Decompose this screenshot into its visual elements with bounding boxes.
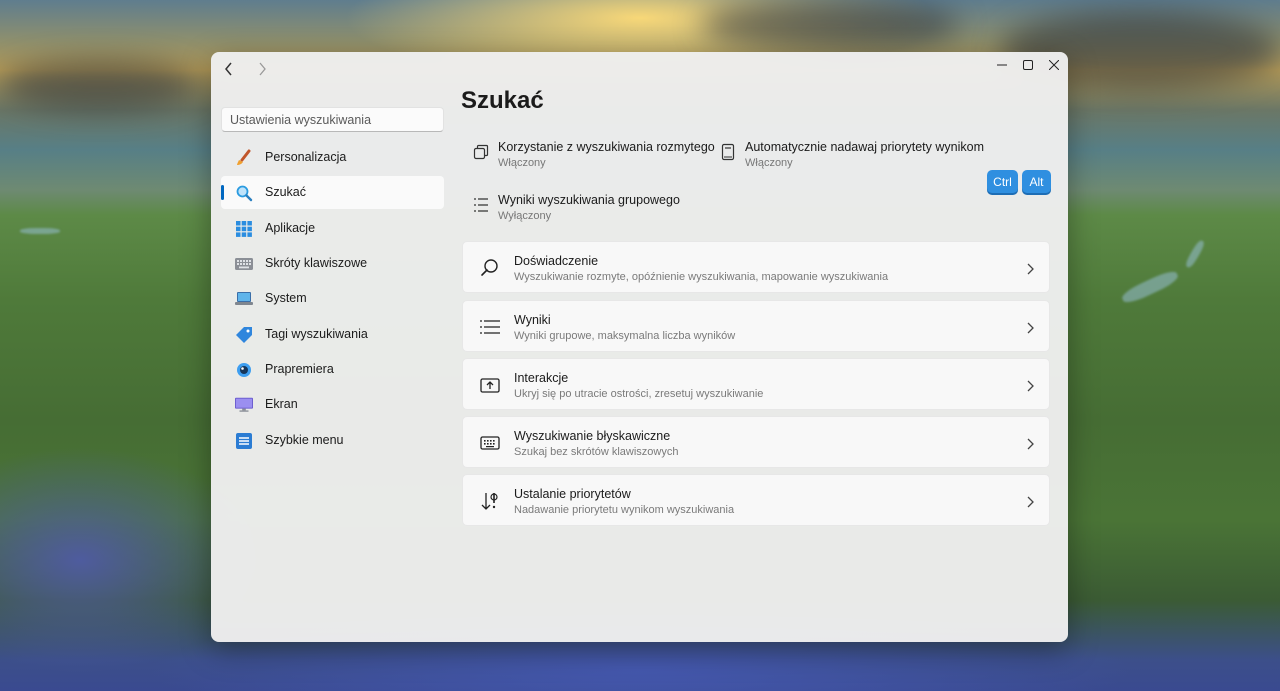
card-title: Doświadczenie [514, 254, 599, 268]
key-badge-ctrl: Ctrl [987, 170, 1018, 193]
sidebar-item-ekran[interactable]: Ekran [221, 388, 444, 421]
card-wyszukiwanie-blyskawiczne[interactable]: Wyszukiwanie błyskawiczne Szukaj bez skr… [462, 416, 1050, 468]
keyboard-icon [480, 433, 500, 453]
sidebar-item-prapremiera[interactable]: Prapremiera [221, 353, 444, 386]
chevron-right-icon [1025, 379, 1035, 392]
chevron-right-icon [1025, 437, 1035, 450]
sidebar-item-label: Tagi wyszukiwania [265, 327, 368, 341]
page-title: Szukać [461, 87, 544, 114]
list-lines-icon [480, 317, 500, 337]
eye-icon [235, 361, 253, 379]
sidebar-item-tagi-wyszukiwania[interactable]: Tagi wyszukiwania [221, 318, 444, 351]
sidebar-item-personalizacja[interactable]: Personalizacja [221, 141, 444, 174]
minimize-button[interactable] [990, 55, 1014, 75]
laptop-icon [235, 290, 253, 308]
chevron-right-icon [259, 62, 266, 76]
settings-search-input[interactable] [221, 107, 444, 132]
sidebar-item-szukac[interactable]: Szukać [221, 176, 444, 209]
copy-icon [472, 143, 490, 161]
quick-setting-group-results[interactable]: Wyniki wyszukiwania grupowego Wyłączony [472, 193, 712, 227]
sidebar-item-label: Skróty klawiszowe [265, 256, 368, 270]
apps-grid-icon [235, 220, 253, 238]
quick-setting-status: Wyłączony [498, 210, 552, 222]
sidebar-item-label: Ekran [265, 397, 298, 411]
sidebar-item-label: Szukać [265, 185, 306, 199]
back-button[interactable] [218, 58, 240, 80]
sidebar-item-label: Personalizacja [265, 150, 347, 164]
quick-setting-status: Włączony [745, 157, 793, 169]
chevron-left-icon [225, 62, 232, 76]
notebook-icon [719, 143, 737, 161]
sidebar-item-system[interactable]: System [221, 282, 444, 315]
quick-setting-fuzzy-search[interactable]: Korzystanie z wyszukiwania rozmytego Włą… [472, 140, 715, 174]
card-wyniki[interactable]: Wyniki Wyniki grupowe, maksymalna liczba… [462, 300, 1050, 352]
card-title: Wyszukiwanie błyskawiczne [514, 429, 671, 443]
sidebar-item-aplikacje[interactable]: Aplikacje [221, 212, 444, 245]
sidebar-item-label: System [265, 291, 307, 305]
upload-box-icon [480, 375, 500, 395]
card-title: Wyniki [514, 313, 551, 327]
magnifier-icon [235, 184, 253, 202]
list-icon [472, 196, 490, 214]
maximize-icon [1023, 60, 1033, 70]
paintbrush-icon [235, 149, 253, 167]
chevron-right-icon [1025, 321, 1035, 334]
active-indicator [221, 185, 224, 200]
sidebar-item-label: Prapremiera [265, 362, 334, 376]
quick-setting-auto-priority[interactable]: Automatycznie nadawaj priorytety wynikom… [719, 140, 989, 174]
title-bar [211, 52, 1068, 84]
quick-setting-status: Włączony [498, 157, 546, 169]
card-doswiadczenie[interactable]: Doświadczenie Wyszukiwanie rozmyte, opóź… [462, 241, 1050, 293]
search-icon [480, 258, 500, 278]
sort-priority-icon [480, 491, 500, 511]
sidebar-item-label: Szybkie menu [265, 433, 344, 447]
card-title: Interakcje [514, 371, 569, 385]
key-badge-alt: Alt [1022, 170, 1051, 193]
tag-icon [235, 326, 253, 344]
card-subtitle: Ukryj się po utracie ostrości, zresetuj … [514, 388, 764, 400]
close-icon [1049, 60, 1059, 70]
sidebar-item-skroty-klawiszowe[interactable]: Skróty klawiszowe [221, 247, 444, 280]
quick-setting-title: Korzystanie z wyszukiwania rozmytego [498, 140, 715, 154]
card-subtitle: Wyszukiwanie rozmyte, opóźnienie wyszuki… [514, 271, 889, 283]
card-title: Ustalanie priorytetów [514, 487, 631, 501]
quick-setting-title: Automatycznie nadawaj priorytety wynikom [745, 140, 984, 154]
card-subtitle: Wyniki grupowe, maksymalna liczba wynikó… [514, 330, 736, 342]
settings-window: Personalizacja Szukać Aplikacje Skróty k… [211, 52, 1068, 642]
card-interakcje[interactable]: Interakcje Ukryj się po utracie ostrości… [462, 358, 1050, 410]
sidebar-item-label: Aplikacje [265, 221, 316, 235]
chevron-right-icon [1025, 262, 1035, 275]
close-button[interactable] [1042, 55, 1066, 75]
keyboard-icon [235, 255, 253, 273]
minimize-icon [997, 64, 1007, 66]
maximize-button[interactable] [1016, 55, 1040, 75]
menu-list-icon [235, 432, 253, 450]
card-subtitle: Nadawanie priorytetu wynikom wyszukiwani… [514, 504, 735, 516]
forward-button[interactable] [251, 58, 273, 80]
card-subtitle: Szukaj bez skrótów klawiszowych [514, 446, 679, 458]
monitor-icon [235, 396, 253, 414]
card-ustalanie-priorytetow[interactable]: Ustalanie priorytetów Nadawanie prioryte… [462, 474, 1050, 526]
chevron-right-icon [1025, 495, 1035, 508]
quick-setting-title: Wyniki wyszukiwania grupowego [498, 193, 680, 207]
sidebar-item-szybkie-menu[interactable]: Szybkie menu [221, 424, 444, 457]
